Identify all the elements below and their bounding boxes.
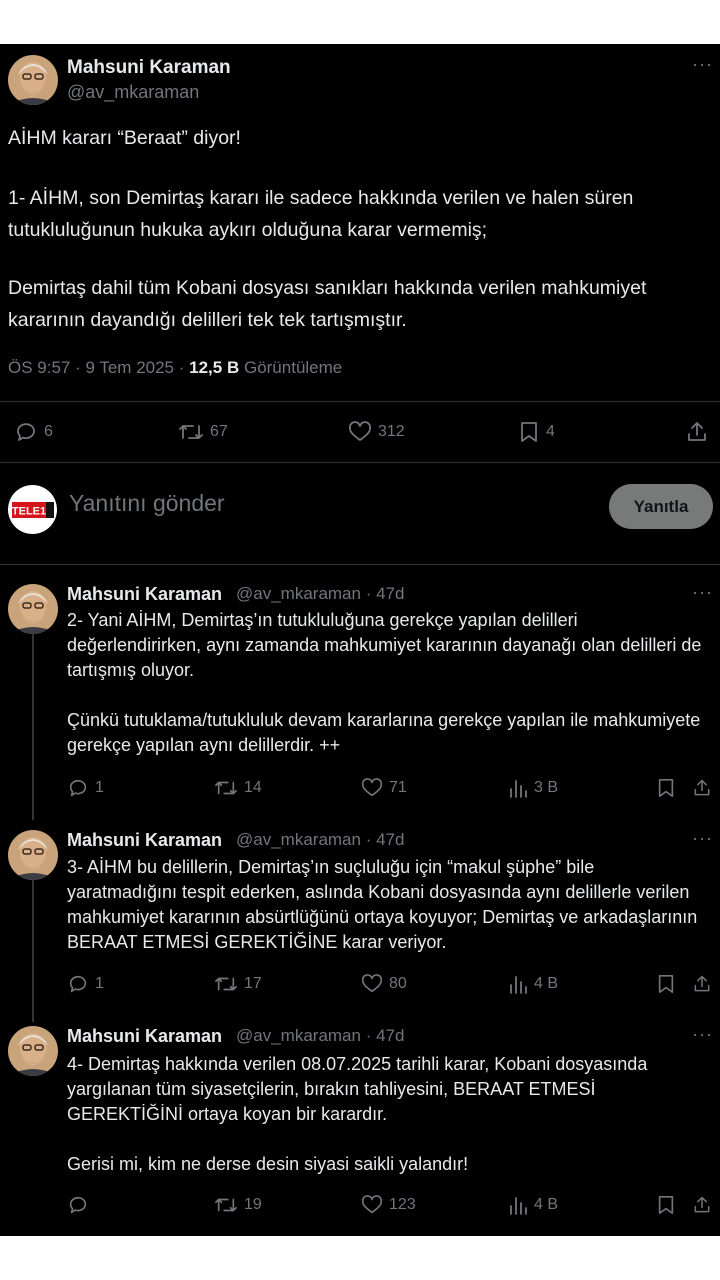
bookmark-icon (658, 975, 674, 994)
reply-icon (69, 1196, 87, 1214)
reply-count: 1 (95, 975, 104, 992)
reply-avatar[interactable] (8, 830, 58, 880)
reply-author-meta[interactable]: @av_mkaraman · 47d (236, 1026, 404, 1046)
views-icon (510, 780, 527, 798)
views-icon (510, 1197, 527, 1215)
more-icon[interactable]: ··· (692, 828, 713, 849)
views-action[interactable]: 4 B (508, 1194, 558, 1216)
tweet-detail-screen: Mahsuni Karaman @av_mkaraman ··· AİHM ka… (0, 44, 720, 1236)
like-icon (361, 974, 383, 993)
divider (0, 564, 720, 565)
reply-action[interactable]: 1 (67, 973, 104, 995)
repost-action[interactable]: 19 (214, 1194, 262, 1216)
share-icon (694, 779, 710, 796)
like-action[interactable]: 71 (361, 777, 407, 799)
like-count: 312 (378, 423, 405, 440)
bookmark-icon (521, 422, 537, 442)
post-text-paragraph-2: 1- AİHM, son Demirtaş kararı ile sadece … (8, 187, 634, 241)
reply-avatar[interactable] (8, 1026, 58, 1076)
reply-input[interactable]: Yanıtını gönder (69, 490, 225, 517)
like-count: 71 (389, 779, 407, 796)
like-action[interactable]: 80 (361, 973, 407, 995)
repost-icon (215, 977, 237, 991)
bookmark-icon (658, 1196, 674, 1214)
reply-author-name[interactable]: Mahsuni Karaman (67, 1026, 222, 1047)
bookmark-action[interactable]: 4 (518, 420, 555, 444)
svg-text:TELE1: TELE1 (12, 505, 46, 517)
reply-button[interactable]: Yanıtla (609, 484, 713, 529)
reply-icon (17, 423, 35, 441)
reply-text-paragraph: Gerisi mi, kim ne derse desin siyasi sai… (67, 1154, 469, 1174)
views-action[interactable]: 4 B (508, 973, 558, 995)
user-avatar[interactable]: TELE1 (8, 485, 57, 534)
reply-author-name[interactable]: Mahsuni Karaman (67, 584, 222, 605)
reply-icon (69, 779, 87, 797)
repost-count: 19 (244, 1196, 262, 1213)
reply-avatar[interactable] (8, 584, 58, 634)
bookmark-icon (658, 779, 674, 798)
reply-text-paragraph: 2- Yani AİHM, Demirtaş’ın tutukluluğuna … (67, 610, 702, 680)
more-icon[interactable]: ··· (692, 582, 713, 603)
share-action[interactable] (685, 420, 709, 444)
like-action[interactable]: 123 (361, 1194, 416, 1216)
bookmark-count: 4 (546, 423, 555, 440)
share-action[interactable] (692, 1194, 712, 1216)
more-icon[interactable]: ··· (692, 1024, 713, 1045)
repost-count: 67 (210, 423, 228, 440)
repost-count: 17 (244, 975, 262, 992)
reply-action[interactable]: 6 (14, 420, 53, 444)
views-count: 3 B (534, 779, 559, 796)
views-action[interactable]: 3 B (508, 777, 558, 799)
repost-action[interactable]: 17 (214, 973, 262, 995)
like-count: 123 (389, 1196, 416, 1213)
views-label: Görüntüleme (243, 358, 343, 377)
reply-count: 1 (95, 779, 104, 796)
bookmark-action[interactable] (656, 777, 676, 799)
reply-icon (69, 975, 87, 993)
repost-action[interactable]: 14 (214, 777, 262, 799)
repost-count: 14 (244, 779, 262, 796)
post-text-line-1: AİHM kararı “Beraat” diyor! (8, 127, 241, 149)
repost-icon (215, 781, 237, 795)
share-action[interactable] (692, 973, 712, 995)
share-icon (688, 422, 706, 441)
more-icon[interactable]: ··· (692, 54, 713, 75)
post-meta: ÖS 9:57 · 9 Tem 2025 · 12,5 B Görüntülem… (8, 358, 343, 377)
like-count: 80 (389, 975, 407, 992)
share-icon (694, 1196, 710, 1213)
reply-count: 6 (44, 423, 53, 440)
views-count: 4 B (534, 1196, 559, 1213)
share-action[interactable] (692, 777, 712, 799)
reply-author-meta[interactable]: @av_mkaraman · 47d (236, 830, 404, 850)
reply-author-meta[interactable]: @av_mkaraman · 47d (236, 584, 404, 604)
like-icon (348, 421, 372, 441)
views-icon (510, 976, 527, 994)
author-avatar[interactable] (8, 55, 58, 105)
divider (0, 462, 720, 463)
reply-text-paragraph: Çünkü tutuklama/tutukluluk devam kararla… (67, 710, 701, 755)
repost-icon (215, 1198, 237, 1212)
share-icon (694, 975, 710, 992)
reply-text-paragraph: 4- Demirtaş hakkında verilen 08.07.2025 … (67, 1054, 648, 1124)
like-icon (361, 1195, 383, 1214)
repost-icon (179, 425, 203, 439)
post-text-paragraph-3: Demirtaş dahil tüm Kobani dosyası sanıkl… (8, 277, 647, 331)
thread-line (32, 880, 34, 1022)
reply-text-paragraph: 3- AİHM bu delillerin, Demirtaş’ın suçlu… (67, 857, 698, 952)
reply-action[interactable]: 1 (67, 777, 104, 799)
like-icon (361, 778, 383, 797)
divider (0, 401, 720, 402)
post-timestamp[interactable]: ÖS 9:57 · 9 Tem 2025 (8, 358, 174, 377)
repost-action[interactable]: 67 (178, 420, 228, 444)
author-name[interactable]: Mahsuni Karaman (67, 57, 231, 79)
thread-line (32, 634, 34, 820)
reply-author-name[interactable]: Mahsuni Karaman (67, 830, 222, 851)
like-action[interactable]: 312 (348, 420, 405, 444)
bookmark-action[interactable] (656, 1194, 676, 1216)
views-count: 4 B (534, 975, 559, 992)
author-handle[interactable]: @av_mkaraman (67, 82, 199, 103)
reply-action[interactable] (67, 1194, 95, 1216)
view-count: 12,5 B (189, 358, 240, 377)
bookmark-action[interactable] (656, 973, 676, 995)
